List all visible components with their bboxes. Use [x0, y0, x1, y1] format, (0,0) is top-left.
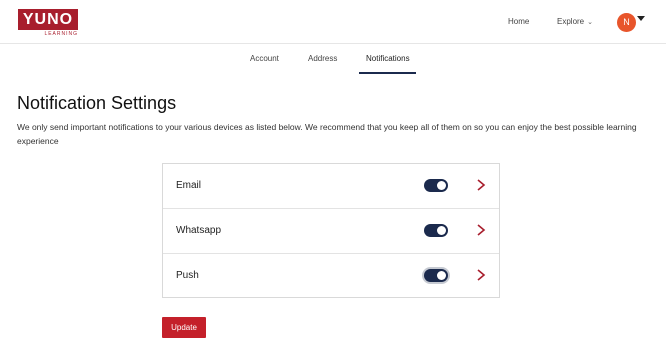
- toggle-knob: [437, 226, 446, 235]
- channel-row-email: Email: [163, 164, 499, 209]
- tab-address[interactable]: Address: [308, 54, 337, 63]
- channel-label: Whatsapp: [176, 225, 222, 236]
- caret-down-icon[interactable]: [637, 16, 645, 21]
- logo-subtext: LEARNING: [44, 31, 78, 37]
- chevron-right-icon[interactable]: [474, 268, 488, 282]
- chevron-down-icon: ⌄: [587, 19, 593, 26]
- chevron-right-icon[interactable]: [474, 223, 488, 237]
- nav-explore-menu[interactable]: Explore ⌄: [557, 17, 593, 26]
- push-toggle[interactable]: [424, 269, 448, 282]
- user-avatar[interactable]: N: [617, 13, 636, 32]
- channel-label: Email: [176, 180, 202, 191]
- toggle-knob: [437, 271, 446, 280]
- update-button[interactable]: Update: [162, 317, 206, 338]
- page-title: Notification Settings: [17, 93, 177, 113]
- settings-tabs: Account Address Notifications: [0, 44, 666, 74]
- top-header: YUNO LEARNING Home Explore ⌄ N: [0, 0, 666, 44]
- channel-row-push: Push: [163, 254, 499, 299]
- logo-text: YUNO: [18, 9, 78, 30]
- nav-explore-label: Explore: [557, 17, 585, 26]
- active-tab-indicator: [359, 72, 416, 74]
- nav-home-link[interactable]: Home: [508, 17, 529, 26]
- notification-channels-panel: Email Whatsapp Push: [162, 163, 500, 298]
- yuno-logo[interactable]: YUNO LEARNING: [18, 9, 78, 37]
- email-toggle[interactable]: [424, 179, 448, 192]
- tab-notifications[interactable]: Notifications: [366, 54, 410, 63]
- tab-account[interactable]: Account: [250, 54, 279, 63]
- channel-label: Push: [176, 270, 199, 281]
- chevron-right-icon[interactable]: [474, 178, 488, 192]
- channel-row-whatsapp: Whatsapp: [163, 209, 499, 254]
- page-description: We only send important notifications to …: [17, 122, 637, 146]
- toggle-knob: [437, 181, 446, 190]
- whatsapp-toggle[interactable]: [424, 224, 448, 237]
